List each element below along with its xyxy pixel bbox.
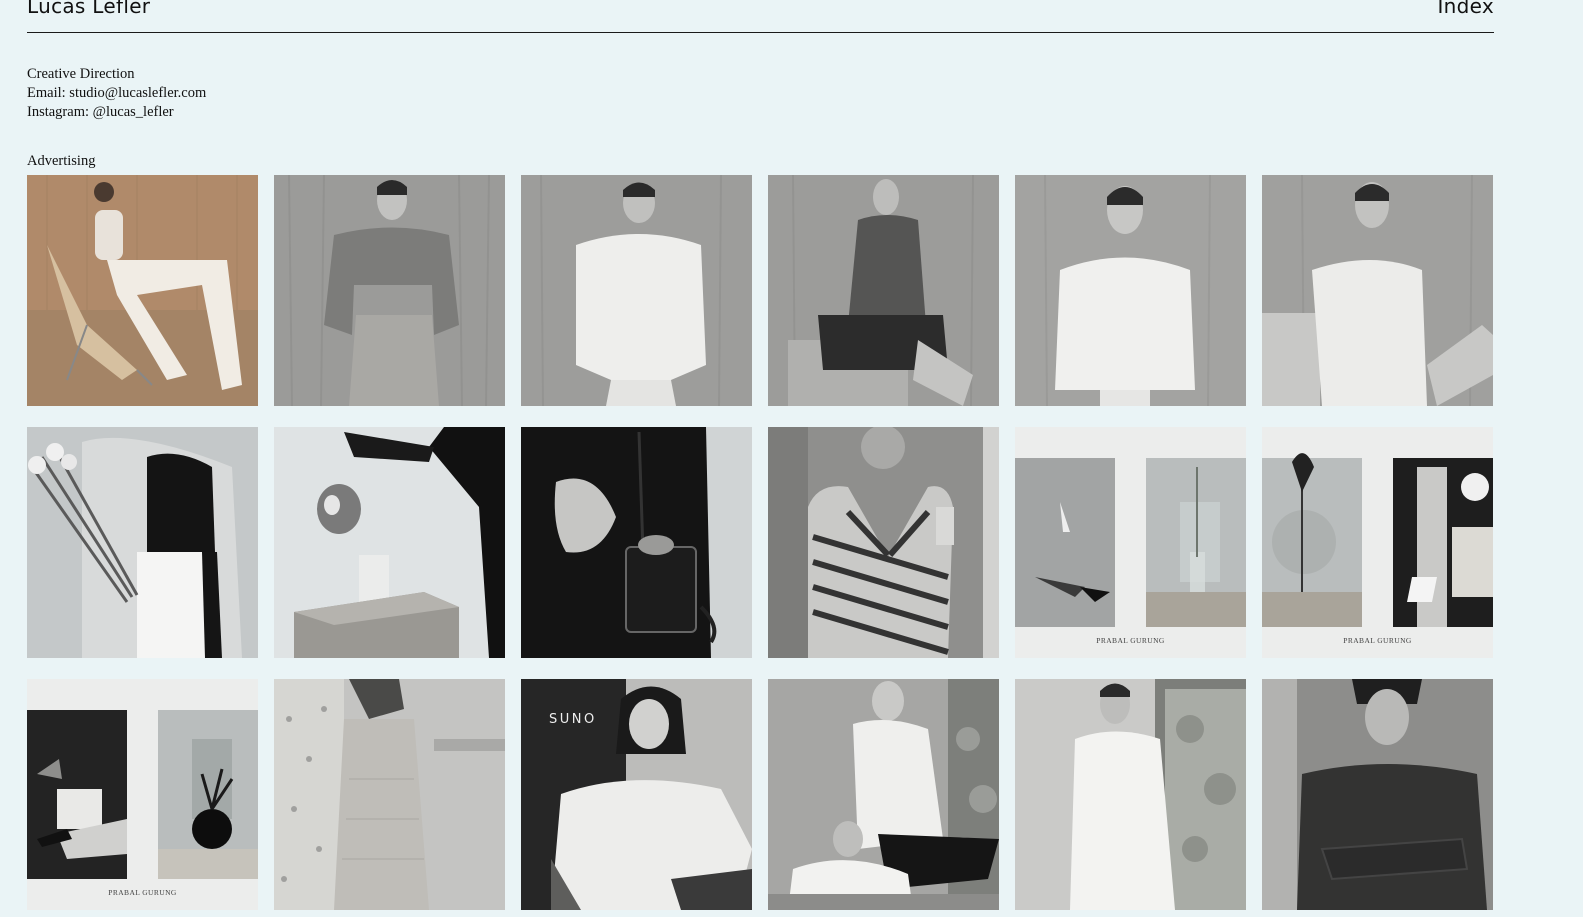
tile-caption: PRABAL GURUNG (1343, 636, 1412, 645)
project-thumbnail[interactable] (274, 175, 505, 406)
instagram-line: Instagram: @lucas_lefler (27, 103, 206, 122)
email-line: Email: studio@lucaslefler.com (27, 84, 206, 103)
tile-caption: PRABAL GURUNG (1096, 636, 1165, 645)
project-thumbnail[interactable] (1262, 679, 1493, 910)
email-link[interactable]: studio@lucaslefler.com (69, 85, 206, 101)
project-grid: PRABAL GURUNG PRABAL GURUNG PRABAL GURUN… (27, 175, 1493, 910)
instagram-link[interactable]: @lucas_lefler (93, 104, 174, 120)
instagram-label: Instagram: (27, 104, 90, 120)
site-header: Lucas Lefler Index (27, 0, 1494, 33)
project-thumbnail[interactable] (1262, 175, 1493, 406)
project-thumbnail[interactable] (768, 427, 999, 658)
contact-info: Creative Direction Email: studio@lucasle… (27, 65, 206, 122)
project-thumbnail[interactable]: PRABAL GURUNG (27, 679, 258, 910)
tile-caption: PRABAL GURUNG (108, 888, 177, 897)
project-thumbnail[interactable] (274, 427, 505, 658)
index-link[interactable]: Index (1437, 0, 1494, 18)
email-label: Email: (27, 85, 66, 101)
project-thumbnail[interactable] (768, 175, 999, 406)
project-thumbnail[interactable] (768, 679, 999, 910)
project-thumbnail[interactable] (1015, 679, 1246, 910)
section-title-advertising: Advertising (27, 153, 96, 169)
project-thumbnail[interactable]: SUNO (521, 679, 752, 910)
project-thumbnail[interactable]: PRABAL GURUNG (1015, 427, 1246, 658)
role-text: Creative Direction (27, 66, 135, 82)
project-thumbnail[interactable] (521, 427, 752, 658)
site-title[interactable]: Lucas Lefler (27, 0, 150, 18)
project-thumbnail[interactable] (274, 679, 505, 910)
project-thumbnail[interactable] (27, 427, 258, 658)
project-thumbnail[interactable] (1015, 175, 1246, 406)
tile-brand: SUNO (549, 712, 597, 727)
project-thumbnail[interactable]: PRABAL GURUNG (1262, 427, 1493, 658)
project-thumbnail[interactable] (521, 175, 752, 406)
project-thumbnail[interactable] (27, 175, 258, 406)
